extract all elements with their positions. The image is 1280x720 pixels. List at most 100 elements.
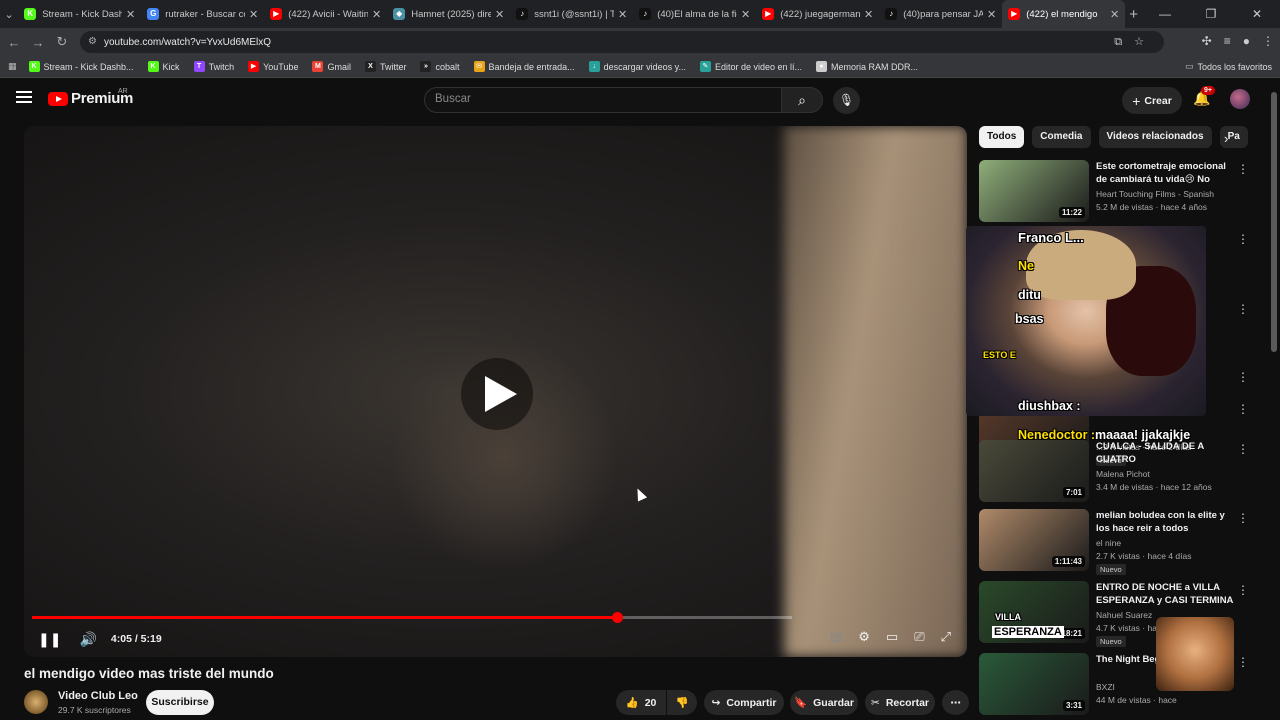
- more-vertical-icon[interactable]: ⋮: [1237, 442, 1249, 456]
- close-tab-icon[interactable]: ✕: [987, 8, 996, 21]
- bookmark-item[interactable]: ✎ Editor de video en lí...: [699, 61, 802, 72]
- install-icon[interactable]: ⧉☆: [1114, 35, 1156, 49]
- bookmark-item[interactable]: K Kick: [147, 61, 180, 72]
- more-vertical-icon[interactable]: ⋮: [1237, 162, 1249, 176]
- page-scrollbar[interactable]: [1271, 92, 1277, 352]
- video-player[interactable]: ❚❚ 🔊 4:05 / 5:19 ▤ ⚙ ▭ ⎚ ⤢: [24, 126, 967, 657]
- progress-bar[interactable]: [32, 612, 792, 623]
- more-actions-button[interactable]: ⋯: [942, 690, 969, 715]
- recommendation-item[interactable]: 7:01 CUALCA - SALIDA DE A CUATRO Malena Pi…: [979, 440, 1249, 504]
- close-tab-icon[interactable]: ✕: [495, 8, 504, 21]
- all-favorites[interactable]: ▭ Todos los favoritos: [1185, 61, 1272, 72]
- bookmark-item[interactable]: ▶ YouTube: [248, 61, 298, 72]
- rec-channel[interactable]: Heart Touching Films - Spanish: [1096, 189, 1214, 199]
- channel-name[interactable]: Video Club Leo: [58, 690, 138, 702]
- more-vertical-icon[interactable]: ⋮: [1237, 511, 1249, 525]
- restore-icon[interactable]: ❐: [1188, 7, 1234, 21]
- more-vertical-icon[interactable]: ⋮: [1237, 402, 1249, 416]
- recommendation-item[interactable]: 1:11:43 melian boludea con la elite y los…: [979, 509, 1249, 575]
- media-icon[interactable]: ≡: [1224, 34, 1231, 48]
- rec-title[interactable]: CUALCA - SALIDA DE A CUATRO: [1096, 440, 1234, 466]
- video-thumbnail[interactable]: 7:01: [979, 440, 1089, 502]
- tab-search-chevron-icon[interactable]: ⌄: [0, 0, 18, 28]
- bookmark-item[interactable]: ● Memoria RAM DDR...: [816, 61, 918, 72]
- rec-channel[interactable]: BXZI: [1096, 682, 1115, 692]
- browser-tab[interactable]: ▶ (422) el mendigo ✕: [1002, 0, 1126, 28]
- browser-tab[interactable]: ♪ (40)El alma de la fiesta ✕: [633, 0, 756, 28]
- search-button[interactable]: ⌕: [781, 87, 823, 113]
- video-thumbnail[interactable]: 3:31: [979, 653, 1089, 715]
- subscribe-button[interactable]: Suscribirse: [146, 690, 214, 715]
- more-vertical-icon[interactable]: ⋮: [1237, 302, 1249, 316]
- profile-icon[interactable]: ●: [1243, 34, 1250, 48]
- close-tab-icon[interactable]: ✕: [741, 8, 750, 21]
- browser-tab[interactable]: ◆ Hamnet (2025) directed ✕: [387, 0, 510, 28]
- rec-channel[interactable]: Malena Pichot: [1096, 469, 1150, 479]
- rec-channel[interactable]: Nahuel Suarez: [1096, 610, 1152, 620]
- video-thumbnail[interactable]: 1:11:43: [979, 509, 1089, 571]
- rec-title[interactable]: Este cortometraje emocional de cambiará …: [1096, 160, 1234, 186]
- clip-button[interactable]: ✂ Recortar: [865, 690, 935, 715]
- close-tab-icon[interactable]: ✕: [618, 8, 627, 21]
- browser-tab[interactable]: K Stream - Kick Dashboard ✕: [18, 0, 141, 28]
- filter-chip[interactable]: Comedia: [1032, 126, 1091, 148]
- fullscreen-icon[interactable]: ⤢: [941, 629, 951, 645]
- browser-tab[interactable]: ♪ ssnt1i (@ssnt1i) | TikTok ✕: [510, 0, 633, 28]
- share-button[interactable]: ↪ Compartir: [704, 690, 784, 715]
- channel-avatar[interactable]: [24, 690, 48, 714]
- cast-icon[interactable]: ⎚: [914, 629, 924, 645]
- guide-menu-icon[interactable]: [16, 91, 32, 103]
- account-avatar[interactable]: [1230, 89, 1250, 109]
- new-tab-button[interactable]: +: [1125, 6, 1142, 23]
- more-vertical-icon[interactable]: ⋮: [1237, 583, 1249, 597]
- notifications-button[interactable]: 🔔 9+: [1193, 86, 1215, 107]
- more-vertical-icon[interactable]: ⋮: [1237, 232, 1249, 246]
- menu-icon[interactable]: ⋮: [1262, 34, 1274, 48]
- bookmark-item[interactable]: » cobalt: [420, 61, 460, 72]
- rec-title[interactable]: melian boludea con la elite y los hace r…: [1096, 509, 1234, 535]
- dislike-button[interactable]: 👎: [667, 690, 697, 715]
- more-vertical-icon[interactable]: ⋮: [1237, 655, 1249, 669]
- browser-tab[interactable]: ♪ (40)para pensar JAJA ✕: [879, 0, 1002, 28]
- like-button[interactable]: 👍 20: [616, 690, 666, 715]
- browser-tab[interactable]: ▶ (422) Avicii - Waiting For Love ✕: [264, 0, 387, 28]
- more-vertical-icon[interactable]: ⋮: [1237, 370, 1249, 384]
- voice-search-button[interactable]: 🎙: [833, 87, 860, 114]
- rec-title[interactable]: ENTRO DE NOCHE a VILLA ESPERANZA y CASI …: [1096, 581, 1234, 607]
- back-icon[interactable]: ←: [2, 35, 26, 50]
- close-tab-icon[interactable]: ✕: [864, 8, 873, 21]
- big-play-button[interactable]: [461, 358, 533, 430]
- url-field[interactable]: ⚙ youtube.com/watch?v=YvxUd6MElxQ ⧉☆: [80, 31, 1164, 53]
- chevron-right-icon[interactable]: ›: [1224, 131, 1228, 146]
- close-tab-icon[interactable]: ✕: [372, 8, 381, 21]
- theater-mode-icon[interactable]: ▭: [886, 629, 898, 645]
- filter-chip[interactable]: Todos: [979, 126, 1025, 148]
- forward-icon[interactable]: →: [26, 35, 50, 50]
- bookmark-item[interactable]: ↓ descargar videos y...: [588, 61, 686, 72]
- recommendation-item[interactable]: 11:22 Este cortometraje emocional de camb…: [979, 160, 1249, 224]
- minimize-icon[interactable]: —: [1142, 7, 1188, 21]
- volume-icon[interactable]: 🔊: [79, 631, 96, 648]
- browser-tab[interactable]: Grutraker - Buscar con Google ✕: [141, 0, 264, 28]
- create-button[interactable]: + Crear: [1122, 87, 1182, 114]
- pause-icon[interactable]: ❚❚: [38, 631, 61, 648]
- bookmark-item[interactable]: K Stream - Kick Dashb...: [28, 61, 134, 72]
- subtitles-icon[interactable]: ▤: [830, 629, 842, 645]
- filter-chip[interactable]: Videos relacionados: [1098, 126, 1212, 148]
- close-tab-icon[interactable]: ✕: [1110, 8, 1119, 21]
- bookmark-item[interactable]: T Twitch: [193, 61, 234, 72]
- rec-channel[interactable]: el nine: [1096, 538, 1121, 548]
- bookmark-item[interactable]: X Twitter: [364, 61, 406, 72]
- reload-icon[interactable]: ↻: [50, 34, 74, 50]
- extensions-icon[interactable]: ✣: [1202, 34, 1212, 48]
- youtube-premium-logo[interactable]: Premium AR: [48, 88, 133, 107]
- bookmark-item[interactable]: M Gmail: [312, 61, 351, 72]
- site-info-icon[interactable]: ⚙: [88, 36, 97, 47]
- bookmark-item[interactable]: ✉ Bandeja de entrada...: [473, 61, 575, 72]
- search-input[interactable]: Buscar: [424, 87, 782, 113]
- save-button[interactable]: 🔖 Guardar: [790, 690, 858, 715]
- apps-icon[interactable]: ▦: [8, 61, 17, 72]
- browser-tab[interactable]: ▶ (422) juegagerman re ✕: [756, 0, 879, 28]
- close-tab-icon[interactable]: ✕: [249, 8, 258, 21]
- close-tab-icon[interactable]: ✕: [126, 8, 135, 21]
